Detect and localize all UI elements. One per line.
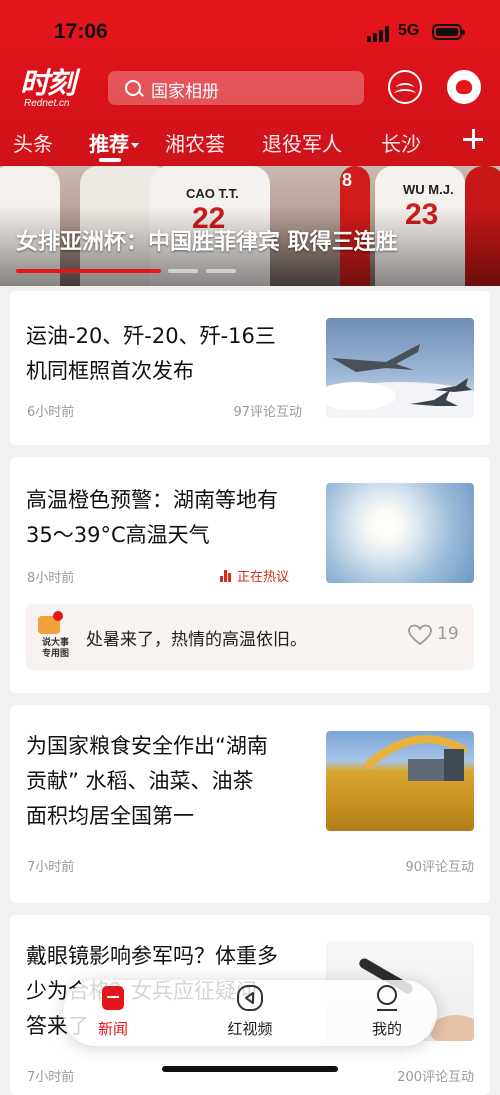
aircraft-formation-image xyxy=(326,318,474,418)
tab-xiangnonghui[interactable]: 湘农荟 xyxy=(165,128,225,157)
tab-veterans[interactable]: 退役军人 xyxy=(262,128,342,157)
publish-time: 7小时前 xyxy=(27,860,75,875)
news-icon xyxy=(99,984,127,1012)
home-indicator[interactable] xyxy=(162,1066,338,1072)
trending-badge: 正在热议 xyxy=(220,566,289,585)
tab-profile-label: 我的 xyxy=(371,1020,402,1038)
grain-harvest-image xyxy=(326,731,474,831)
like-count: 19 xyxy=(437,624,459,644)
article-title: 高温橙色预警：湖南等地有 35～39°C高温天气 xyxy=(26,488,278,547)
jersey-number: 8 xyxy=(342,170,353,190)
tab-red-video-label: 红视频 xyxy=(227,1020,273,1038)
chevron-down-icon xyxy=(131,143,139,148)
network-type: 5G xyxy=(398,22,420,39)
publish-time: 7小时前 xyxy=(27,1070,75,1085)
publish-time: 6小时前 xyxy=(27,405,75,420)
logo-text: 时刻 xyxy=(20,66,76,100)
cellular-signal-icon xyxy=(367,26,391,42)
quote-bar[interactable]: 说大事 专用图 处暑来了，热情的高温依旧。 19 xyxy=(26,604,474,670)
heart-icon[interactable] xyxy=(408,624,432,646)
bottom-tab-bar: 新闻 红视频 我的 xyxy=(63,980,437,1046)
tab-profile[interactable]: 我的 xyxy=(337,980,437,1046)
article-title: 为国家粮食安全作出“湖南 贡献” 水稻、油菜、油茶 面积均居全国第一 xyxy=(26,734,268,828)
tab-recommend[interactable]: 推荐 xyxy=(89,128,139,157)
rednet-channel-icon[interactable] xyxy=(388,70,422,104)
carousel-dot-active xyxy=(16,269,161,273)
profile-icon xyxy=(373,984,401,1012)
quote-text: 处暑来了，热情的高温依旧。 xyxy=(86,630,307,650)
jersey-name: WU M.J. xyxy=(403,182,454,197)
headline-banner[interactable]: CAO T.T. 22 8 WU M.J. 23 女排亚洲杯：中国胜菲律宾 取得… xyxy=(0,166,500,286)
banner-title: 女排亚洲杯：中国胜菲律宾 取得三连胜 xyxy=(16,230,398,255)
search-icon xyxy=(125,80,141,96)
app-header: 17:06 5G 时刻 Rednet.cn 国家相册 头条 推荐 湘农荟 退役军… xyxy=(0,0,500,166)
carousel-dot xyxy=(168,269,198,273)
comment-count[interactable]: 97评论互动 xyxy=(206,401,302,420)
search-box[interactable]: 国家相册 xyxy=(108,71,364,105)
status-bar: 17:06 5G xyxy=(0,0,500,62)
article-title: 运油-20、歼-20、歼-16三 机同框照首次发布 xyxy=(26,324,276,383)
news-card[interactable]: 高温橙色预警：湖南等地有 35～39°C高温天气 8小时前 正在热议 说大事 专用… xyxy=(10,457,490,693)
channel-tabs: 头条 推荐 湘农荟 退役军人 长沙 xyxy=(0,120,500,166)
status-time: 17:06 xyxy=(54,20,108,43)
battery-icon xyxy=(432,24,465,40)
carousel-dots xyxy=(16,269,246,273)
news-card[interactable]: 为国家粮食安全作出“湖南 贡献” 水稻、油菜、油茶 面积均居全国第一 7小时前 … xyxy=(10,705,490,903)
add-channel-icon[interactable] xyxy=(462,128,484,150)
search-placeholder: 国家相册 xyxy=(151,82,219,102)
comment-count[interactable]: 200评论互动 xyxy=(370,1066,474,1085)
tab-red-video[interactable]: 红视频 xyxy=(200,980,300,1046)
tab-news-label: 新闻 xyxy=(97,1020,128,1038)
tab-headline[interactable]: 头条 xyxy=(13,128,53,157)
tab-changsha[interactable]: 长沙 xyxy=(381,128,421,157)
quote-tag-icon: 说大事 专用图 xyxy=(38,611,78,659)
trending-bars-icon xyxy=(220,570,232,582)
tab-news[interactable]: 新闻 xyxy=(63,980,163,1046)
logo-domain: Rednet.cn xyxy=(24,98,70,109)
play-icon xyxy=(236,984,264,1012)
publish-time: 8小时前 xyxy=(27,571,75,586)
news-card[interactable]: 运油-20、歼-20、歼-16三 机同框照首次发布 6小时前 97评论互动 xyxy=(10,291,490,445)
carousel-dot xyxy=(206,269,236,273)
active-tab-indicator xyxy=(99,158,121,162)
app-logo: 时刻 Rednet.cn xyxy=(20,68,90,110)
comment-count[interactable]: 90评论互动 xyxy=(380,856,474,875)
assistant-avatar-icon[interactable] xyxy=(447,70,481,104)
sun-sky-image xyxy=(326,483,474,583)
jersey-name: CAO T.T. xyxy=(186,186,239,201)
